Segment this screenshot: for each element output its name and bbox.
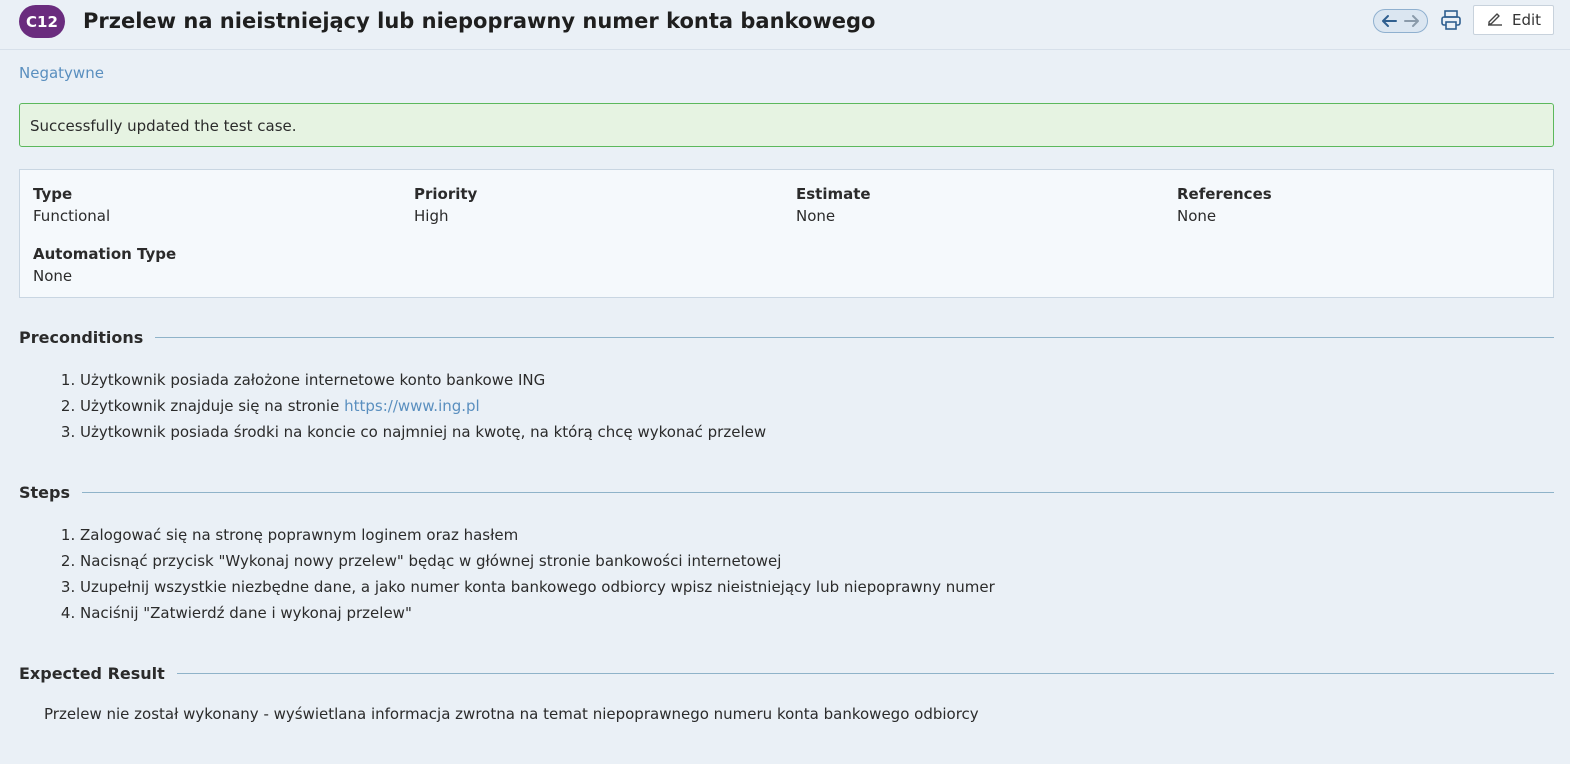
property-value: High [414, 207, 449, 225]
ing-link[interactable]: https://www.ing.pl [344, 397, 480, 415]
property-label: References [1177, 185, 1272, 203]
section-title: Expected Result [19, 663, 165, 683]
property-label: Priority [414, 185, 478, 203]
expected-result-text: Przelew nie został wykonany - wyświetlan… [44, 705, 979, 723]
pencil-icon [1486, 9, 1504, 31]
property-value: Functional [33, 207, 111, 225]
property-label: Automation Type [33, 245, 177, 263]
property-value: None [1177, 207, 1217, 225]
list-item: Użytkownik posiada założone internetowe … [80, 367, 766, 393]
list-item: Naciśnij "Zatwierdź dane i wykonaj przel… [80, 600, 995, 626]
list-item: Nacisnąć przycisk "Wykonaj nowy przelew"… [80, 548, 995, 574]
section-title: Steps [19, 482, 70, 502]
property-references: References None [1177, 185, 1272, 225]
divider [155, 336, 1554, 338]
list-item: Użytkownik posiada środki na koncie co n… [80, 419, 766, 445]
property-value: None [796, 207, 836, 225]
page-title: Przelew na nieistniejący lub niepoprawny… [83, 9, 876, 33]
divider [176, 672, 1554, 674]
steps-list: Zalogować się na stronę poprawnym logine… [80, 522, 995, 626]
case-navigation [1373, 9, 1428, 33]
print-icon[interactable] [1440, 9, 1462, 31]
property-automation-type: Automation Type None [33, 245, 176, 285]
expected-result-heading: Expected Result [19, 663, 1554, 683]
property-value: None [33, 267, 73, 285]
arrow-right-icon[interactable] [1403, 14, 1421, 28]
preconditions-heading: Preconditions [19, 327, 1554, 347]
property-label: Type [33, 185, 73, 203]
edit-button[interactable]: Edit [1473, 5, 1554, 35]
section-title: Preconditions [19, 327, 144, 347]
header-bar: C12 Przelew na nieistniejący lub niepopr… [0, 0, 1570, 50]
list-item: Użytkownik znajduje się na stronie https… [80, 393, 766, 419]
list-item: Uzupełnij wszystkie niezbędne dane, a ja… [80, 574, 995, 600]
arrow-left-icon[interactable] [1380, 14, 1398, 28]
preconditions-list: Użytkownik posiada założone internetowe … [80, 367, 766, 445]
property-estimate: Estimate None [796, 185, 871, 225]
property-priority: Priority High [414, 185, 477, 225]
edit-button-label: Edit [1511, 11, 1542, 29]
steps-heading: Steps [19, 482, 1554, 502]
properties-panel: Type Functional Priority High Estimate N… [19, 169, 1554, 298]
list-item: Zalogować się na stronę poprawnym logine… [80, 522, 995, 548]
divider [82, 491, 1554, 493]
section-breadcrumb[interactable]: Negatywne [19, 64, 104, 82]
property-label: Estimate [796, 185, 871, 203]
success-alert: Successfully updated the test case. [19, 103, 1554, 147]
property-type: Type Functional [33, 185, 110, 225]
case-id-badge: C12 [19, 5, 65, 38]
